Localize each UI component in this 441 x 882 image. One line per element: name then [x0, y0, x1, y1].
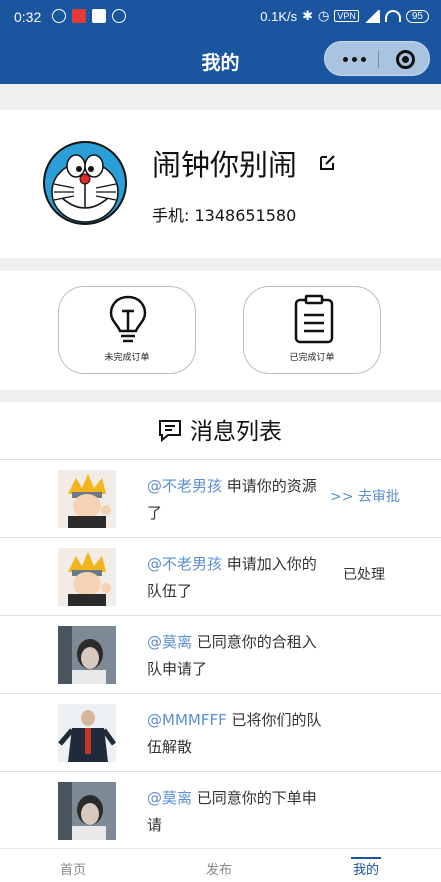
- status-time: 0:32: [14, 9, 42, 25]
- signal-icon: [363, 9, 380, 23]
- sender-avatar: [58, 548, 116, 606]
- bluetooth-icon: ✱: [302, 8, 314, 23]
- alarm-icon: ◷: [318, 8, 330, 23]
- miniprogram-capsule: [324, 41, 430, 76]
- wifi-icon: [384, 10, 401, 22]
- message-row[interactable]: @不老男孩 申请你的资源了 >> 去审批: [0, 459, 441, 537]
- message-text: @莫离 已同意你的下单申请: [147, 789, 317, 834]
- edit-icon[interactable]: [318, 152, 338, 172]
- message-sender-link[interactable]: @莫离: [147, 633, 192, 651]
- message-sender-link[interactable]: @不老男孩: [147, 555, 222, 573]
- network-speed: 0.1K/s: [260, 8, 298, 24]
- message-list-title: 消息列表: [190, 419, 282, 445]
- notification-icons: [52, 9, 126, 23]
- message-text: @不老男孩 申请你的资源了: [147, 477, 317, 522]
- sender-avatar: [58, 704, 116, 762]
- message-text: @不老男孩 申请加入你的队伍了: [147, 555, 317, 600]
- alarm-icon: [52, 9, 66, 23]
- completed-orders-label: 已完成订单: [289, 353, 335, 363]
- sender-avatar: [58, 782, 116, 840]
- avatar[interactable]: [42, 140, 128, 226]
- tab-home[interactable]: 首页: [60, 859, 86, 878]
- vpn-badge: VPN: [334, 10, 359, 22]
- message-sender-link[interactable]: @MMMFFF: [147, 711, 227, 729]
- pending-orders-button[interactable]: 未完成订单: [58, 286, 196, 374]
- processed-status: 已处理: [343, 567, 385, 583]
- order-section: 未完成订单 已完成订单: [0, 271, 441, 390]
- message-sender-link[interactable]: @莫离: [147, 789, 192, 807]
- app-notification-icon: [72, 9, 86, 23]
- close-miniprogram-button[interactable]: [396, 50, 415, 69]
- lightbulb-icon: [109, 295, 147, 343]
- message-row[interactable]: @不老男孩 申请加入你的队伍了 已处理: [0, 537, 441, 615]
- app-notification-icon: [92, 9, 106, 23]
- message-row[interactable]: @MMMFFF 已将你们的队伍解散: [0, 693, 441, 771]
- more-menu-button[interactable]: [343, 57, 366, 62]
- capsule-divider: [378, 51, 379, 68]
- clipboard-icon: [294, 294, 334, 344]
- weibo-icon: [112, 9, 126, 23]
- message-sender-link[interactable]: @不老男孩: [147, 477, 222, 495]
- completed-orders-button[interactable]: 已完成订单: [243, 286, 381, 374]
- tab-bar: 首页 发布 我的: [0, 848, 441, 882]
- profile-card: 闹钟你别闹 手机: 1348651580: [0, 110, 441, 258]
- tab-mine[interactable]: 我的: [353, 859, 379, 878]
- phone-number: 手机: 1348651580: [152, 206, 297, 225]
- message-row[interactable]: @莫离 已同意你的合租入队申请了: [0, 615, 441, 693]
- approve-action-link[interactable]: >> 去审批: [330, 486, 400, 506]
- system-indicators: 0.1K/s ✱ ◷ VPN 95: [260, 8, 429, 24]
- message-text: @莫离 已同意你的合租入队申请了: [147, 633, 317, 678]
- message-list-section: 消息列表 @不老男孩 申请你的资源了 >> 去审批 @不老男孩 申请加入你的队伍…: [0, 402, 441, 849]
- status-bar: 0:32 0.1K/s ✱ ◷ VPN 95: [0, 0, 441, 36]
- username: 闹钟你别闹: [152, 148, 298, 182]
- message-row[interactable]: @莫离 已同意你的下单申请: [0, 771, 441, 849]
- sender-avatar: [58, 626, 116, 684]
- tab-publish[interactable]: 发布: [206, 859, 232, 878]
- message-text: @MMMFFF 已将你们的队伍解散: [147, 711, 322, 756]
- sender-avatar: [58, 470, 116, 528]
- pending-orders-label: 未完成订单: [104, 353, 150, 363]
- battery-icon: 95: [405, 9, 429, 23]
- nav-bar: 我的: [0, 36, 441, 84]
- message-list-header: 消息列表: [0, 402, 441, 459]
- message-icon: [159, 420, 181, 443]
